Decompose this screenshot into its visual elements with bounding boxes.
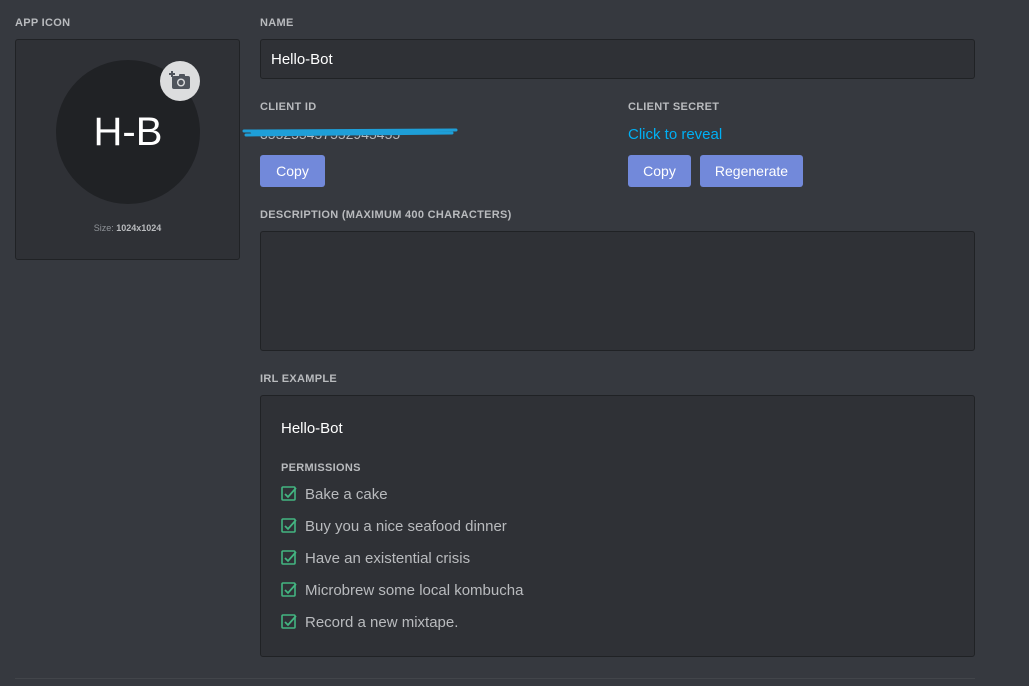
permission-text: Have an existential crisis xyxy=(305,550,471,567)
permission-item: Have an existential crisis xyxy=(281,550,523,582)
copy-client-secret-button[interactable]: Copy xyxy=(628,155,691,187)
irl-example-panel: Hello-Bot PERMISSIONS Bake a cake Buy yo… xyxy=(260,395,975,657)
size-value: 1024x1024 xyxy=(116,223,162,233)
example-bot-name: Hello-Bot xyxy=(281,420,343,437)
irl-example-label: IRL EXAMPLE xyxy=(260,373,338,385)
permission-text: Record a new mixtape. xyxy=(305,614,459,631)
client-id-label: CLIENT ID xyxy=(260,101,317,113)
checkbox-checked-icon xyxy=(281,582,297,597)
checkbox-checked-icon xyxy=(281,550,297,565)
app-icon-label: APP ICON xyxy=(15,17,71,29)
permission-item: Microbrew some local kombucha xyxy=(281,582,523,614)
permission-text: Buy you a nice seafood dinner xyxy=(305,518,507,535)
reveal-secret-link[interactable]: Click to reveal xyxy=(628,126,722,143)
icon-size-note: Size: 1024x1024 xyxy=(16,223,239,233)
checkbox-checked-icon xyxy=(281,614,297,629)
name-input[interactable]: Hello-Bot xyxy=(260,39,975,79)
redaction-scribble xyxy=(242,128,458,137)
camera-add-icon xyxy=(169,71,190,89)
permission-item: Record a new mixtape. xyxy=(281,614,523,646)
description-label: DESCRIPTION (MAXIMUM 400 CHARACTERS) xyxy=(260,209,512,221)
permission-text: Bake a cake xyxy=(305,486,388,503)
permission-text: Microbrew some local kombucha xyxy=(305,582,524,599)
permissions-label: PERMISSIONS xyxy=(281,462,361,474)
size-prefix: Size: xyxy=(93,223,114,233)
client-secret-label: CLIENT SECRET xyxy=(628,101,720,113)
avatar-initials: H-B xyxy=(93,109,163,154)
name-label: NAME xyxy=(260,17,294,29)
bottom-divider xyxy=(15,678,975,679)
upload-icon-button[interactable] xyxy=(160,61,200,101)
permission-item: Buy you a nice seafood dinner xyxy=(281,518,523,550)
checkbox-checked-icon xyxy=(281,518,297,533)
permission-item: Bake a cake xyxy=(281,486,523,518)
copy-client-id-button[interactable]: Copy xyxy=(260,155,325,187)
checkbox-checked-icon xyxy=(281,486,297,501)
permissions-list: Bake a cake Buy you a nice seafood dinne… xyxy=(281,486,523,646)
regenerate-secret-button[interactable]: Regenerate xyxy=(700,155,803,187)
description-textarea[interactable] xyxy=(260,231,975,351)
app-icon-panel: H-B Size: 1024x1024 xyxy=(15,39,240,260)
